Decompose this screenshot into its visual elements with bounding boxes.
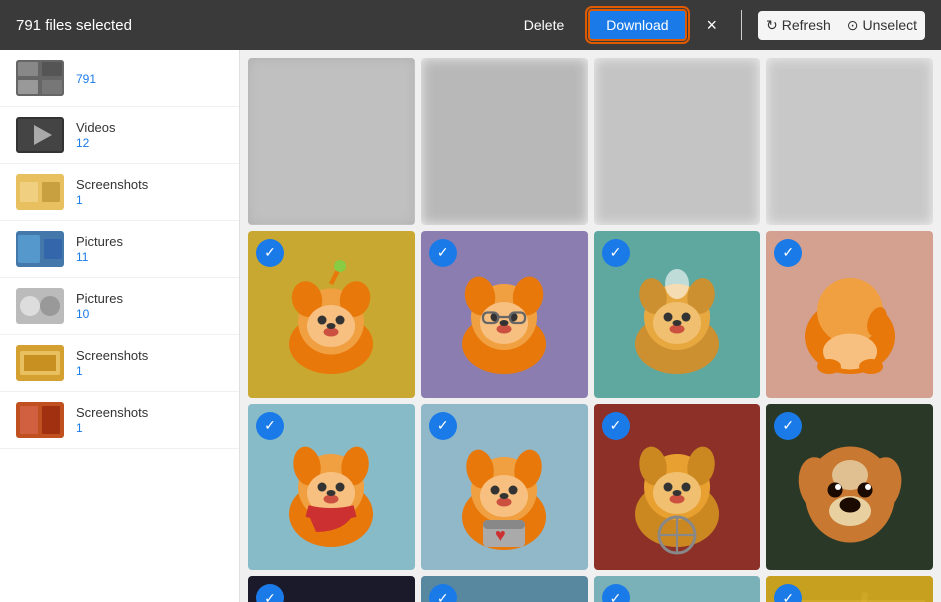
sidebar-name-pictures-10: Pictures [76,291,123,306]
check-overlay-1-2: ✓ [602,239,630,267]
sidebar-count-screenshots-3: 1 [76,421,148,435]
check-overlay-2-2: ✓ [602,412,630,440]
grid-item-1-3[interactable]: ✓ [766,231,933,398]
sidebar-thumb-screenshots-3 [16,402,64,438]
sidebar-name-screenshots-1: Screenshots [76,177,148,192]
sidebar-item-pictures-11[interactable]: Pictures 11 [0,221,239,278]
selected-count-label: 791 files selected [16,17,500,34]
check-overlay-1-1: ✓ [429,239,457,267]
check-overlay-3-1: ✓ [429,584,457,602]
grid-item-2-0[interactable]: ✓ [248,404,415,571]
check-overlay-2-0: ✓ [256,412,284,440]
image-grid: ✓ [248,58,933,602]
sidebar-info-screenshots-3: Screenshots 1 [76,405,148,435]
grid-item-0-1[interactable] [421,58,588,225]
grid-item-1-2[interactable]: ✓ [594,231,761,398]
grid-item-3-0[interactable]: ✓ [248,576,415,602]
check-overlay-1-0: ✓ [256,239,284,267]
sidebar-item-screenshots-2[interactable]: Screenshots 1 [0,335,239,392]
unselect-button[interactable]: ⊙ Unselect [839,11,925,40]
check-overlay-2-3: ✓ [774,412,802,440]
sidebar-info-screenshots-2: Screenshots 1 [76,348,148,378]
check-overlay-3-2: ✓ [602,584,630,602]
sidebar-name-screenshots-2: Screenshots [76,348,148,363]
unselect-label: Unselect [863,17,917,33]
grid-item-1-1[interactable]: ✓ [421,231,588,398]
sidebar-name-pictures-11: Pictures [76,234,123,249]
download-button[interactable]: Download [588,9,686,41]
refresh-label: Refresh [782,17,831,33]
grid-item-3-1[interactable]: ✓ [421,576,588,602]
sidebar-info-pictures-10: Pictures 10 [76,291,123,321]
grid-item-3-3[interactable]: 100% FINE GOLD ✓ [766,576,933,602]
grid-item-1-0[interactable]: ✓ [248,231,415,398]
sidebar-thumb-videos [16,117,64,153]
sidebar-thumb-screenshots-1 [16,174,64,210]
sidebar-name-screenshots-3: Screenshots [76,405,148,420]
sidebar-info-pictures-11: Pictures 11 [76,234,123,264]
grid-item-0-3[interactable] [766,58,933,225]
top-bar: 791 files selected Delete Download × ↻ R… [0,0,941,50]
grid-item-0-0[interactable] [248,58,415,225]
sidebar-count-screenshots-2: 1 [76,364,148,378]
right-actions: ↻ Refresh ⊙ Unselect [758,11,925,40]
grid-item-2-1[interactable]: ♥ ✓ [421,404,588,571]
check-overlay-1-3: ✓ [774,239,802,267]
sidebar-item-screenshots-3[interactable]: Screenshots 1 [0,392,239,449]
sidebar-count-screenshots-1: 1 [76,193,148,207]
sidebar-name-videos: Videos [76,120,116,135]
grid-item-3-2[interactable]: ✓ [594,576,761,602]
sidebar: 791 Videos 12 [0,50,240,602]
sidebar-item-screenshots-1[interactable]: Screenshots 1 [0,164,239,221]
sidebar-info-videos: Videos 12 [76,120,116,150]
sidebar-thumb-pictures-11 [16,231,64,267]
sidebar-info-all: 791 [76,71,96,86]
unselect-icon: ⊙ [847,17,859,34]
sidebar-thumb-screenshots-2 [16,345,64,381]
sidebar-count-pictures-10: 10 [76,307,123,321]
sidebar-item-pictures-10[interactable]: Pictures 10 [0,278,239,335]
main-layout: 791 Videos 12 [0,50,941,602]
check-overlay-2-1: ✓ [429,412,457,440]
close-button[interactable]: × [699,11,726,40]
sidebar-thumb-all [16,60,64,96]
sidebar-item-all[interactable]: 791 [0,50,239,107]
sidebar-item-videos[interactable]: Videos 12 [0,107,239,164]
sidebar-count-videos: 12 [76,136,116,150]
grid-item-2-2[interactable]: ✓ [594,404,761,571]
grid-item-0-2[interactable] [594,58,761,225]
sidebar-info-screenshots-1: Screenshots 1 [76,177,148,207]
svg-text:♥: ♥ [495,525,506,545]
sidebar-count-all: 791 [76,72,96,86]
content-area: ✓ [240,50,941,602]
sidebar-thumb-pictures-10 [16,288,64,324]
delete-button[interactable]: Delete [512,11,576,39]
refresh-button[interactable]: ↻ Refresh [758,11,839,40]
grid-item-2-3[interactable]: ✓ [766,404,933,571]
sidebar-count-pictures-11: 11 [76,250,123,264]
refresh-icon: ↻ [766,17,778,34]
